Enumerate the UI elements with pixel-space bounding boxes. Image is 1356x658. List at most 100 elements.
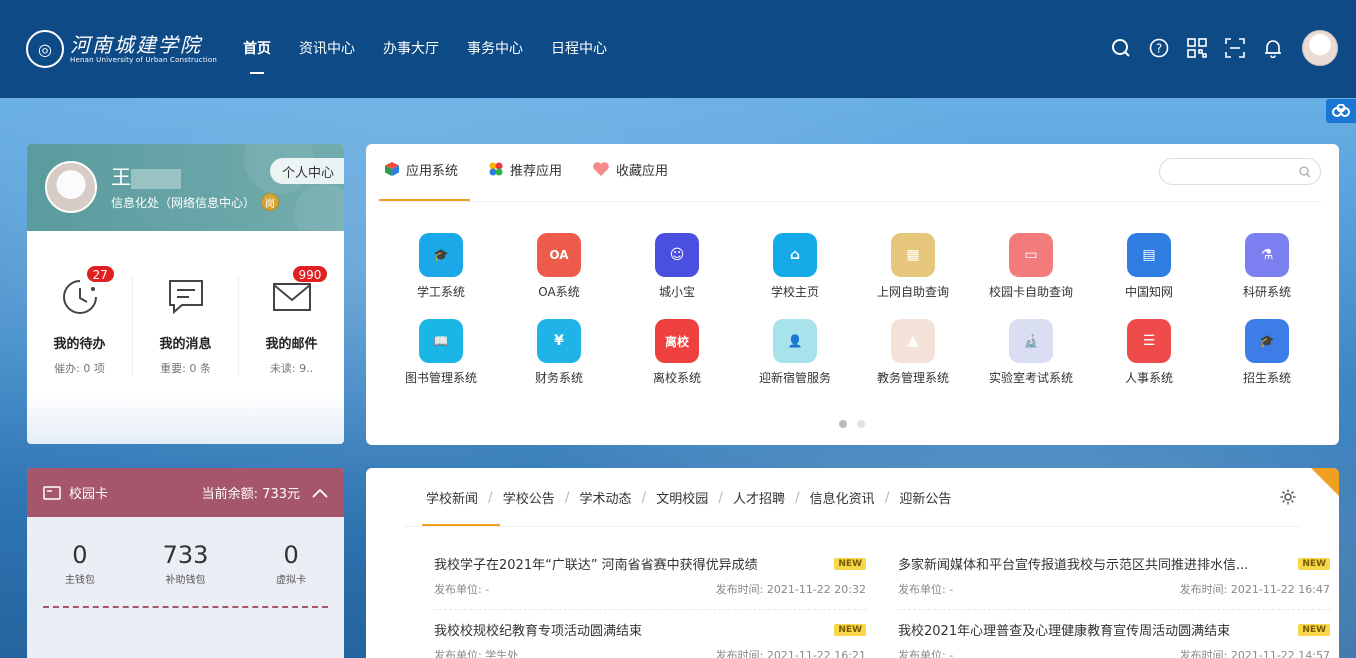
tab-recommended[interactable]: 推荐应用 — [488, 160, 566, 202]
user-avatar[interactable] — [1302, 30, 1338, 66]
app-item[interactable]: 离校 离校系统 — [618, 319, 736, 386]
app-item[interactable]: ☰ 人事系统 — [1090, 319, 1208, 386]
academic-icon: ▲ — [891, 319, 935, 363]
app-item[interactable]: ▭ 校园卡自助查询 — [972, 233, 1090, 300]
dorm-icon: 👤 — [773, 319, 817, 363]
scan-icon[interactable] — [1224, 37, 1246, 59]
app-item[interactable]: 🎓 招生系统 — [1208, 319, 1326, 386]
qrcode-icon[interactable] — [1186, 37, 1208, 59]
app-item[interactable]: OA OA系统 — [500, 233, 618, 300]
apps-panel: 应用系统 推荐应用 收藏应用 🎓 学工系统 OA OA系统 ☺ 城小宝 ⌂ 学校主页 ▦ 上网自助… — [366, 144, 1339, 445]
app-item[interactable]: ⌂ 学校主页 — [736, 233, 854, 300]
quick-mail[interactable]: 990 我的邮件 未读: 9.. — [238, 265, 344, 376]
news-item[interactable]: 我校学子在2021年“广联达” 河南省省赛中获得优异成绩 NEW 发布单位: - 发布… — [434, 554, 866, 610]
app-item[interactable]: 🔬 实验室考试系统 — [972, 319, 1090, 386]
news-tab[interactable]: 学术动态 — [579, 488, 631, 507]
personal-center-button[interactable]: 个人中心 — [269, 158, 344, 184]
messages-sub: 重要: 0 条 — [160, 362, 211, 375]
quick-todo[interactable]: 27 我的待办 催办: 0 项 — [27, 265, 132, 376]
tab-separator: / — [564, 489, 570, 506]
profile-card: 王 信息化处（网络信息中心） 岗 个人中心 27 我的待办 催办: 0 项 我的… — [27, 144, 344, 444]
news-tab[interactable]: 学校新闻 — [426, 488, 478, 507]
news-tab[interactable]: 学校公告 — [503, 488, 555, 507]
gear-icon[interactable] — [1279, 488, 1297, 510]
app-label: 上网自助查询 — [876, 285, 949, 299]
app-label: 校园卡自助查询 — [988, 285, 1073, 299]
floating-app-button[interactable] — [1326, 99, 1356, 123]
cube-icon — [385, 162, 399, 176]
university-logo[interactable]: ◎ 河南城建学院 Henan University of Urban Const… — [26, 30, 217, 68]
campus-card-title: 校园卡 — [69, 487, 109, 502]
app-label: 实验室考试系统 — [988, 371, 1073, 385]
page-dot[interactable] — [857, 420, 865, 428]
app-label: 学校主页 — [770, 285, 819, 299]
app-item[interactable]: 👤 迎新宿管服务 — [736, 319, 854, 386]
news-panel: 学校新闻 / 学校公告 / 学术动态 / 文明校园 / 人才招聘 / 信息化资讯 / 迎新公告 我校学子… — [366, 468, 1339, 658]
clock-icon: 27 — [58, 265, 115, 319]
new-badge: NEW — [834, 557, 866, 570]
cnki-icon: ▤ — [1127, 233, 1171, 277]
nav-news-center[interactable]: 资讯中心 — [299, 38, 355, 62]
quick-messages[interactable]: 我的消息 重要: 0 条 — [132, 275, 238, 376]
help-icon[interactable]: ? — [1148, 37, 1170, 59]
campus-card-balance: 当前余额: 733元 — [201, 487, 300, 502]
app-label: 人事系统 — [1124, 371, 1173, 385]
nav-home[interactable]: 首页 — [243, 38, 271, 74]
message-icon — [164, 275, 208, 319]
research-icon: ⚗ — [1245, 233, 1289, 277]
bell-icon[interactable] — [1262, 37, 1284, 59]
app-item[interactable]: ▲ 教务管理系统 — [854, 319, 972, 386]
news-unit: 发布单位: - — [898, 649, 954, 658]
virtual-card: 0 虚拟卡 — [276, 541, 307, 586]
app-item[interactable]: ▤ 中国知网 — [1090, 233, 1208, 300]
nav-schedule-center[interactable]: 日程中心 — [551, 38, 607, 62]
news-tab[interactable]: 人才招聘 — [733, 488, 785, 507]
new-badge: NEW — [1298, 557, 1330, 570]
app-item[interactable]: 🎓 学工系统 — [382, 233, 500, 300]
finance-icon: ¥ — [537, 319, 581, 363]
news-unit: 发布单位: 学生处 — [434, 649, 519, 658]
top-navbar: ◎ 河南城建学院 Henan University of Urban Const… — [0, 0, 1356, 98]
profile-header: 王 信息化处（网络信息中心） 岗 个人中心 — [27, 144, 344, 244]
news-tab[interactable]: 信息化资讯 — [810, 488, 875, 507]
tab-app-systems[interactable]: 应用系统 — [378, 160, 471, 202]
news-title[interactable]: 我校2021年心理普查及心理健康教育宣传周活动圆满结束 — [898, 620, 1292, 639]
mail-title: 我的邮件 — [265, 337, 318, 352]
flower-icon — [489, 162, 503, 176]
app-search-input[interactable] — [1159, 158, 1321, 185]
todo-sub: 催办: 0 项 — [54, 362, 105, 375]
news-title[interactable]: 多家新闻媒体和平台宣传报道我校与示范区共同推进排水信... — [898, 554, 1292, 573]
news-item[interactable]: 我校2021年心理普查及心理健康教育宣传周活动圆满结束 NEW 发布单位: - 发布时… — [898, 610, 1330, 658]
news-item[interactable]: 多家新闻媒体和平台宣传报道我校与示范区共同推进排水信... NEW 发布单位: - 发… — [898, 554, 1330, 610]
app-item[interactable]: ¥ 财务系统 — [500, 319, 618, 386]
news-tab[interactable]: 文明校园 — [656, 488, 708, 507]
cloud-icon — [1332, 104, 1350, 117]
search-icon[interactable] — [1110, 37, 1132, 59]
card-query-icon: ▭ — [1009, 233, 1053, 277]
profile-avatar[interactable] — [45, 161, 97, 213]
news-title[interactable]: 我校学子在2021年“广联达” 河南省省赛中获得优异成绩 — [434, 554, 828, 573]
app-item[interactable]: 📖 图书管理系统 — [382, 319, 500, 386]
app-label: 学工系统 — [416, 285, 465, 299]
heart-icon — [593, 162, 609, 176]
app-grid: 🎓 学工系统 OA OA系统 ☺ 城小宝 ⌂ 学校主页 ▦ 上网自助查询 ▭ 校园卡自助查询 ▤ 中国知网… — [382, 233, 1322, 386]
app-label: 城小宝 — [658, 285, 695, 299]
todo-title: 我的待办 — [53, 337, 106, 352]
news-item[interactable]: 我校校规校纪教育专项活动圆满结束 NEW 发布单位: 学生处 发布时间: 2021-1… — [434, 610, 866, 658]
svg-text:?: ? — [1156, 42, 1162, 56]
tab-favorites[interactable]: 收藏应用 — [592, 160, 672, 202]
nav-service-hall[interactable]: 办事大厅 — [383, 38, 439, 62]
chevron-up-icon[interactable] — [312, 488, 328, 498]
app-item[interactable]: ▦ 上网自助查询 — [854, 233, 972, 300]
emblem-icon: ◎ — [26, 30, 64, 68]
app-label: 中国知网 — [1124, 285, 1173, 299]
nav-affairs-center[interactable]: 事务中心 — [467, 38, 523, 62]
app-item[interactable]: ☺ 城小宝 — [618, 233, 736, 300]
campus-card-header[interactable]: 校园卡 当前余额: 733元 — [27, 468, 344, 517]
news-title[interactable]: 我校校规校纪教育专项活动圆满结束 — [434, 620, 828, 639]
app-item[interactable]: ⚗ 科研系统 — [1208, 233, 1326, 300]
news-tab[interactable]: 迎新公告 — [899, 488, 951, 507]
header-actions: ? — [1094, 30, 1338, 66]
main-nav: 首页 资讯中心 办事大厅 事务中心 日程中心 — [243, 38, 635, 74]
page-dot[interactable] — [839, 420, 847, 428]
